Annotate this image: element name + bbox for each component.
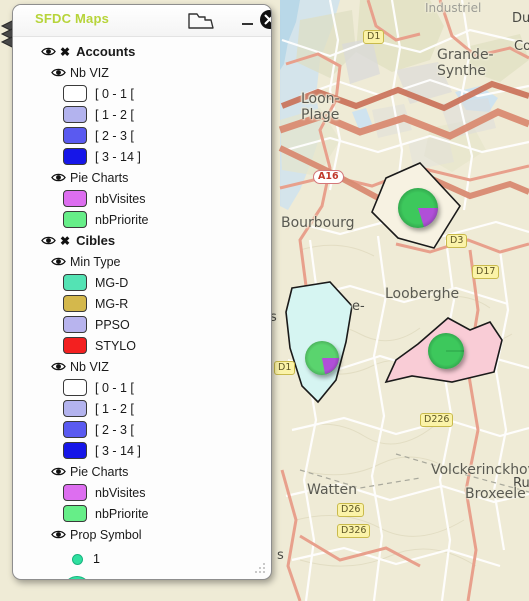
legend-section-label: Nb VIZ [70, 359, 109, 374]
legend-item[interactable]: PPSO [13, 314, 271, 335]
legend-section-label: Min Type [70, 254, 121, 269]
road-shield: D17 [472, 265, 500, 279]
legend-item[interactable]: [ 3 - 14 ] [13, 440, 271, 461]
legend-section-label: Nb VIZ [70, 65, 109, 80]
legend-item-label: [ 2 - 3 [ [95, 128, 134, 143]
prop-symbol-step[interactable]: 1 [13, 545, 271, 573]
road-shield: D226 [420, 413, 454, 427]
road-shield: D1 [363, 30, 385, 44]
legend-item[interactable]: [ 2 - 3 [ [13, 125, 271, 146]
legend-section-pie-charts[interactable]: Pie Charts [13, 461, 271, 482]
road-shield: D3 [446, 234, 468, 248]
legend-item-label: [ 3 - 14 ] [95, 443, 141, 458]
legend-item-label: [ 3 - 14 ] [95, 149, 141, 164]
legend-swatch [63, 421, 87, 438]
panel-title-bar[interactable]: SFDC Maps [13, 5, 271, 37]
legend-item[interactable]: nbVisites [13, 482, 271, 503]
eye-icon[interactable] [41, 46, 56, 57]
legend-swatch [63, 484, 87, 501]
legend-item[interactable]: nbVisites [13, 188, 271, 209]
legend-item-label: [ 1 - 2 [ [95, 401, 134, 416]
legend-section-label: Pie Charts [70, 464, 129, 479]
legend-swatch [63, 442, 87, 459]
legend-item[interactable]: MG-R [13, 293, 271, 314]
pie-chart-stylo [428, 333, 464, 369]
sfdc-maps-panel[interactable]: SFDC Maps ✖ Accounts Nb VIZ [ 0 - 1 [ [ 1 - … [12, 4, 272, 580]
legend-swatch [63, 106, 87, 123]
road-shield: D26 [337, 503, 365, 517]
legend-item-label: nbPriorite [95, 506, 149, 521]
group-marker-icon[interactable]: ✖ [60, 46, 70, 58]
legend-swatch [63, 190, 87, 207]
legend-section-min-type[interactable]: Min Type [13, 251, 271, 272]
legend-swatch [63, 148, 87, 165]
legend-item-label: nbPriorite [95, 212, 149, 227]
legend-section-prop-symbol[interactable]: Prop Symbol [13, 524, 271, 545]
legend-item-label: MG-D [95, 275, 129, 290]
legend-item[interactable]: [ 0 - 1 [ [13, 83, 271, 104]
group-marker-icon[interactable]: ✖ [60, 235, 70, 247]
pie-chart-ppso [305, 341, 339, 375]
legend-group-accounts[interactable]: ✖ Accounts [13, 41, 271, 62]
legend-swatch [63, 379, 87, 396]
legend-group-cibles[interactable]: ✖ Cibles [13, 230, 271, 251]
legend-swatch [63, 400, 87, 417]
legend-item[interactable]: [ 0 - 1 [ [13, 377, 271, 398]
prop-symbol-circle [63, 576, 91, 579]
legend-item-label: [ 0 - 1 [ [95, 380, 134, 395]
prop-symbol-label: 1 [93, 552, 100, 566]
eye-icon[interactable] [51, 67, 66, 78]
eye-icon[interactable] [51, 256, 66, 267]
legend-item[interactable]: [ 3 - 14 ] [13, 146, 271, 167]
legend-item-label: [ 2 - 3 [ [95, 422, 134, 437]
legend-item-label: MG-R [95, 296, 129, 311]
legend-section-pie-charts[interactable]: Pie Charts [13, 167, 271, 188]
legend-item[interactable]: STYLO [13, 335, 271, 356]
legend-section-label: Pie Charts [70, 170, 129, 185]
legend-item[interactable]: nbPriorite [13, 209, 271, 230]
legend-item-label: nbVisites [95, 191, 146, 206]
prop-symbol-step[interactable]: 7.5 [13, 573, 271, 579]
legend-swatch [63, 337, 87, 354]
pie-chart-mg-d [398, 188, 438, 228]
legend-swatch [63, 211, 87, 228]
legend-section-label: Prop Symbol [70, 527, 142, 542]
road-shield: D326 [337, 524, 371, 538]
legend-group-label: Accounts [76, 44, 136, 59]
road-shield: A16 [313, 170, 344, 184]
legend-group-label: Cibles [76, 233, 116, 248]
legend-item-label: nbVisites [95, 485, 146, 500]
eye-icon[interactable] [41, 235, 56, 246]
legend-item-label: [ 0 - 1 [ [95, 86, 134, 101]
legend-item[interactable]: MG-D [13, 272, 271, 293]
open-folder-icon[interactable] [188, 11, 214, 30]
legend-section-nb-viz[interactable]: Nb VIZ [13, 356, 271, 377]
legend-tree[interactable]: ✖ Accounts Nb VIZ [ 0 - 1 [ [ 1 - 2 [ [ 2 - 3… [13, 36, 271, 579]
legend-section-nb-viz[interactable]: Nb VIZ [13, 62, 271, 83]
close-button[interactable] [259, 9, 271, 30]
legend-swatch [63, 505, 87, 522]
legend-swatch [63, 316, 87, 333]
resize-grip[interactable] [253, 561, 267, 575]
legend-item-label: PPSO [95, 317, 130, 332]
panel-title: SFDC Maps [35, 11, 110, 26]
legend-item[interactable]: nbPriorite [13, 503, 271, 524]
legend-swatch [63, 127, 87, 144]
legend-item[interactable]: [ 1 - 2 [ [13, 398, 271, 419]
eye-icon[interactable] [51, 361, 66, 372]
prop-symbol-circle [72, 553, 83, 565]
minimize-button[interactable] [239, 10, 257, 30]
legend-swatch [63, 85, 87, 102]
legend-swatch [63, 295, 87, 312]
road-shield: D1 [274, 361, 296, 375]
legend-item-label: STYLO [95, 338, 136, 353]
legend-item[interactable]: [ 1 - 2 [ [13, 104, 271, 125]
legend-item[interactable]: [ 2 - 3 [ [13, 419, 271, 440]
eye-icon[interactable] [51, 529, 66, 540]
eye-icon[interactable] [51, 172, 66, 183]
eye-icon[interactable] [51, 466, 66, 477]
legend-item-label: [ 1 - 2 [ [95, 107, 134, 122]
legend-swatch [63, 274, 87, 291]
